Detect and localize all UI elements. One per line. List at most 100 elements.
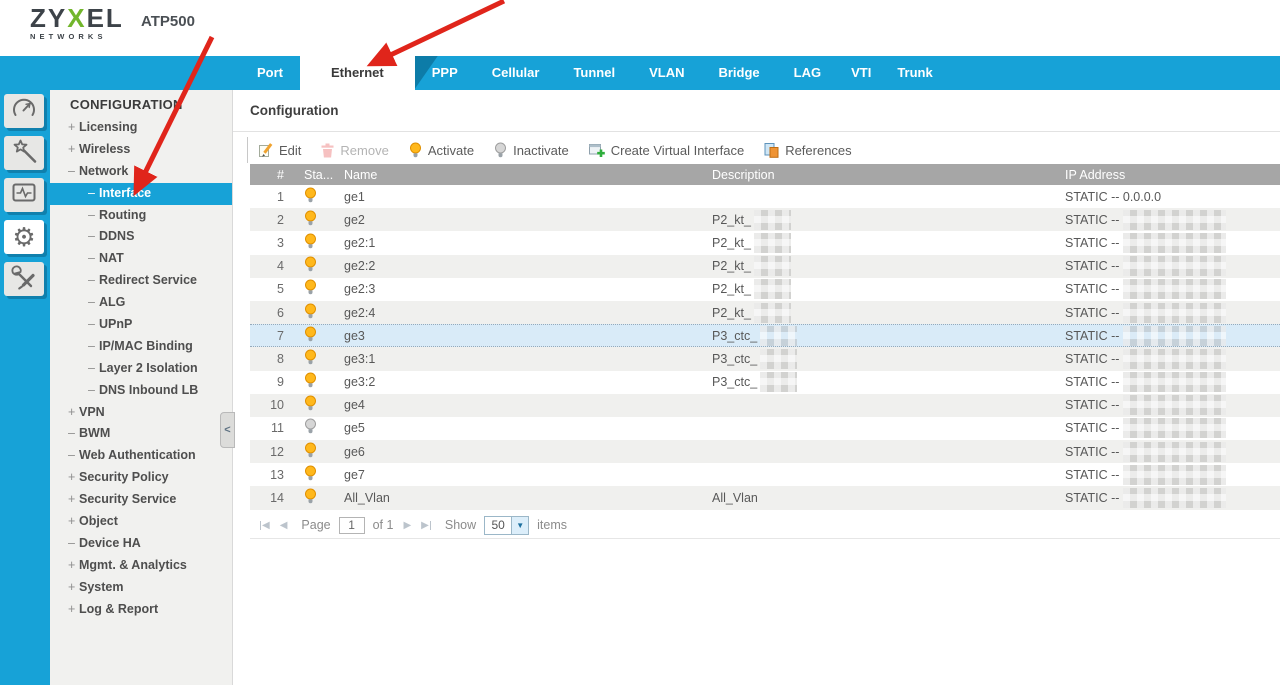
tab-lag[interactable]: LAG [777, 56, 838, 90]
sidebar-item-security-service[interactable]: + Security Service [50, 489, 232, 511]
nav-maintenance-button[interactable] [4, 262, 44, 296]
table-row[interactable]: 13 ge7 STATIC -- [250, 463, 1280, 487]
references-button[interactable]: References [764, 142, 852, 158]
sidebar-item-system[interactable]: + System [50, 577, 232, 599]
top-header: ZYXEL NETWORKS ATP500 [0, 0, 1280, 56]
expand-sign: – [68, 163, 75, 178]
sidebar-item-nat[interactable]: – NAT [50, 248, 232, 270]
nav-monitor-button[interactable] [4, 178, 44, 212]
sidebar-item-wireless[interactable]: + Wireless [50, 139, 232, 161]
references-icon [764, 142, 779, 158]
sidebar-item-dns-inbound-lb[interactable]: – DNS Inbound LB [50, 380, 232, 402]
table-row[interactable]: 9 ge3:2 P3_ctc_ STATIC -- [250, 370, 1280, 394]
redacted-ip [1123, 325, 1227, 346]
status-cell [290, 418, 330, 438]
device-model: ATP500 [141, 13, 195, 30]
expand-sign: – [88, 338, 95, 353]
sidebar-item-mgmt-analytics[interactable]: + Mgmt. & Analytics [50, 555, 232, 577]
nav-wizard-button[interactable] [4, 136, 44, 170]
table-row[interactable]: 6 ge2:4 P2_kt_ STATIC -- [250, 300, 1280, 325]
table-row[interactable]: 5 ge2:3 P2_kt_ STATIC -- [250, 277, 1280, 301]
tab-port[interactable]: Port [240, 56, 300, 90]
prev-page-icon: ◀ [279, 519, 288, 531]
tab-cellular[interactable]: Cellular [475, 56, 557, 90]
last-page-button[interactable]: ▶ [421, 520, 431, 531]
table-row[interactable]: 1 ge1 STATIC -- 0.0.0.0 [250, 185, 1280, 209]
bulb-on-icon [304, 279, 317, 299]
table-row[interactable]: 3 ge2:1 P2_kt_ STATIC -- [250, 231, 1280, 255]
table-row[interactable]: 2 ge2 P2_kt_ STATIC -- [250, 208, 1280, 232]
table-row[interactable]: 7 ge3 P3_ctc_ STATIC -- [250, 324, 1280, 348]
table-row[interactable]: 4 ge2:2 P2_kt_ STATIC -- [250, 254, 1280, 278]
nav-configuration-button[interactable]: ⚙ [4, 220, 44, 254]
sidebar-item-ip-mac-binding[interactable]: – IP/MAC Binding [50, 336, 232, 358]
activate-button[interactable]: Activate [409, 142, 474, 159]
next-page-button[interactable]: ▶ [403, 520, 411, 531]
sidebar-item-log-report[interactable]: + Log & Report [50, 599, 232, 621]
tab-bridge[interactable]: Bridge [701, 56, 776, 90]
table-row[interactable]: 12 ge6 STATIC -- [250, 440, 1280, 464]
expand-sign: + [68, 601, 76, 616]
page-size-select[interactable]: 50 ▼ [484, 515, 530, 535]
sidebar-item-licensing[interactable]: + Licensing [50, 117, 232, 139]
interface-description: P3_ctc_ [690, 372, 1043, 393]
tab-ppp[interactable]: PPP [415, 56, 475, 90]
tab-label: LAG [793, 65, 822, 80]
sidebar-item-alg[interactable]: – ALG [50, 292, 232, 314]
column-header-description[interactable]: Description [690, 168, 1043, 182]
tab-vti[interactable]: VTI [838, 56, 884, 90]
sidebar-item-label: Web Authentication [79, 448, 196, 463]
tab-ethernet[interactable]: Ethernet [300, 56, 438, 90]
sidebar-item-upnp[interactable]: – UPnP [50, 314, 232, 336]
column-header-number[interactable]: # [250, 168, 290, 182]
column-header-name[interactable]: Name [330, 168, 690, 182]
status-cell [290, 233, 330, 253]
sidebar-item-vpn[interactable]: + VPN [50, 402, 232, 424]
sidebar-item-bwm[interactable]: – BWM [50, 423, 232, 445]
redacted-description [760, 348, 798, 369]
sidebar-item-object[interactable]: + Object [50, 511, 232, 533]
sidebar-item-network[interactable]: – Network [50, 161, 232, 183]
interface-name: ge6 [344, 444, 365, 459]
tab-vlan[interactable]: VLAN [632, 56, 701, 90]
first-page-button[interactable]: ◀ [260, 520, 270, 531]
sidebar-item-layer-2-isolation[interactable]: – Layer 2 Isolation [50, 358, 232, 380]
sidebar-item-ddns[interactable]: – DDNS [50, 226, 232, 248]
table-row[interactable]: 11 ge5 STATIC -- [250, 416, 1280, 441]
sidebar-item-device-ha[interactable]: – Device HA [50, 533, 232, 555]
table-row[interactable]: 10 ge4 STATIC -- [250, 393, 1280, 417]
interface-ip: STATIC -- [1043, 395, 1280, 416]
logo-letter: X [67, 3, 87, 33]
interface-ip: STATIC -- [1043, 256, 1280, 277]
expand-sign: – [88, 317, 95, 332]
row-number: 2 [277, 212, 284, 227]
row-number: 3 [277, 235, 284, 250]
inactivate-button[interactable]: Inactivate [494, 142, 569, 159]
sidebar-item-interface[interactable]: – Interface [50, 182, 232, 205]
edit-button[interactable]: Edit [258, 143, 301, 158]
tab-trunk[interactable]: Trunk [884, 56, 945, 90]
pagination: ◀ ◀ Page of 1 ▶ ▶ Show 50 ▼ items [250, 512, 1280, 539]
tab-label: Tunnel [573, 65, 616, 80]
sidebar-item-routing[interactable]: – Routing [50, 205, 232, 227]
interface-name: ge5 [344, 421, 365, 436]
create-virtual-interface-button[interactable]: Create Virtual Interface [588, 143, 744, 158]
ip-text: STATIC -- [1065, 467, 1120, 482]
sidebar-item-redirect-service[interactable]: – Redirect Service [50, 270, 232, 292]
column-header-ip-address[interactable]: IP Address [1043, 168, 1280, 182]
expand-sign: – [88, 382, 95, 397]
sidebar-item-security-policy[interactable]: + Security Policy [50, 467, 232, 489]
nav-dashboard-button[interactable] [4, 94, 44, 128]
tab-tunnel[interactable]: Tunnel [556, 56, 632, 90]
logo-letter: E [86, 3, 106, 33]
description-text: P2_kt_ [712, 259, 751, 274]
table-row[interactable]: 8 ge3:1 P3_ctc_ STATIC -- [250, 347, 1280, 371]
row-number: 8 [277, 351, 284, 366]
column-header-status[interactable]: Sta... [290, 168, 333, 182]
sidebar-item-web-authentication[interactable]: – Web Authentication [50, 445, 232, 467]
page-input[interactable] [338, 516, 365, 534]
sidebar-collapse-button[interactable]: < [220, 412, 235, 448]
table-row[interactable]: 14 All_Vlan All_Vlan STATIC -- [250, 486, 1280, 510]
interface-name: ge4 [344, 398, 365, 413]
prev-page-button[interactable]: ◀ [280, 520, 288, 531]
